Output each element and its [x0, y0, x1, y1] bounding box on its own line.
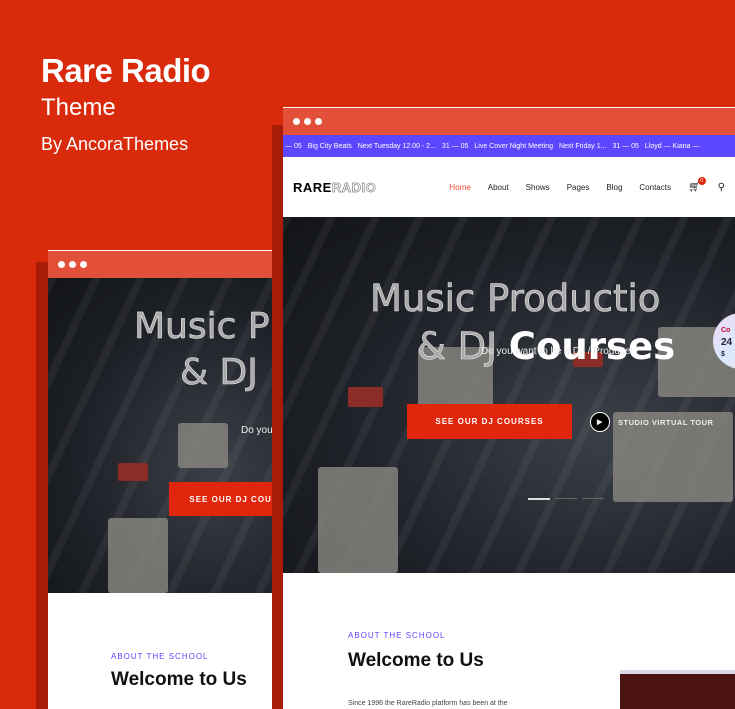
main-nav: RARERADIO Home About Shows Pages Blog Co… [283, 157, 735, 217]
hero-question: Do you want to be a DJ / Producer? [481, 346, 640, 357]
dot-icon [69, 261, 76, 268]
nav-blog[interactable]: Blog [606, 183, 622, 192]
about-text: Since 1996 the RareRadio platform has be… [348, 700, 508, 707]
slide-dot[interactable] [555, 498, 577, 499]
about-label: ABOUT THE SCHOOL [111, 652, 209, 661]
dot-icon [58, 261, 65, 268]
ticker-item[interactable]: 31 — 05 [612, 143, 638, 150]
hero-line1: Music Productio [370, 277, 661, 321]
nav-shows[interactable]: Shows [526, 183, 550, 192]
cart-icon[interactable]: 🛒︎ 0 [688, 176, 706, 193]
dot-icon [293, 118, 300, 125]
brand-author: By AncoraThemes [41, 134, 189, 154]
about-title: Welcome to Us [348, 650, 484, 671]
about-title: Welcome to Us [111, 669, 247, 690]
ticker-bar: — 05 Big City Beats Next Tuesday 12.00 -… [283, 135, 735, 157]
brand-subtitle: Theme [41, 94, 116, 121]
hero-line2: & DJ [180, 352, 258, 394]
slide-dot[interactable] [582, 498, 604, 499]
dot-icon [80, 261, 87, 268]
ticker-item[interactable]: Live Cover Night Meeting [474, 143, 553, 150]
back-hero: Music P & DJ Do you w SEE OUR DJ COUR [48, 278, 284, 593]
window-titlebar [283, 107, 735, 135]
brand-title: Rare Radio [41, 52, 211, 89]
virtual-tour-link[interactable]: ▶ STUDIO VIRTUAL TOUR [590, 412, 713, 432]
search-icon[interactable]: ⚲ [718, 182, 725, 193]
front-window: — 05 Big City Beats Next Tuesday 12.00 -… [283, 107, 735, 709]
nav-home[interactable]: Home [449, 183, 470, 192]
hero-slider: Music Productio & DJ Courses Co 24 $ Do yo… [283, 217, 735, 573]
ticker-item[interactable]: Lloyd — Kiana — [645, 143, 699, 150]
ticker-item[interactable]: Next Friday 1... [559, 143, 606, 150]
brand-block: Rare Radio Theme By AncoraThemes [41, 52, 211, 155]
ticker-item[interactable]: Big City Beats [308, 143, 352, 150]
hero-line1: Music P [134, 306, 270, 348]
slider-pagination [528, 498, 604, 500]
window-titlebar [48, 250, 284, 278]
nav-pages[interactable]: Pages [567, 183, 590, 192]
back-window: Music P & DJ Do you w SEE OUR DJ COUR AB… [48, 250, 284, 709]
ticker-item[interactable]: — 05 [285, 143, 302, 150]
ticker-item[interactable]: Next Tuesday 12.00 - 2... [358, 143, 436, 150]
cta-button[interactable]: SEE OUR DJ COUR [169, 482, 284, 516]
dot-icon [304, 118, 311, 125]
about-image [620, 670, 735, 709]
cart-count: 0 [697, 176, 706, 185]
slide-dot[interactable] [528, 498, 550, 500]
nav-about[interactable]: About [488, 183, 509, 192]
nav-contacts[interactable]: Contacts [639, 183, 671, 192]
dot-icon [315, 118, 322, 125]
about-label: ABOUT THE SCHOOL [348, 631, 446, 640]
ticker-item[interactable]: 31 — 05 [442, 143, 468, 150]
site-logo[interactable]: RARERADIO [293, 179, 376, 195]
play-icon[interactable]: ▶ [590, 412, 610, 432]
see-courses-button[interactable]: SEE OUR DJ COURSES [407, 404, 572, 439]
